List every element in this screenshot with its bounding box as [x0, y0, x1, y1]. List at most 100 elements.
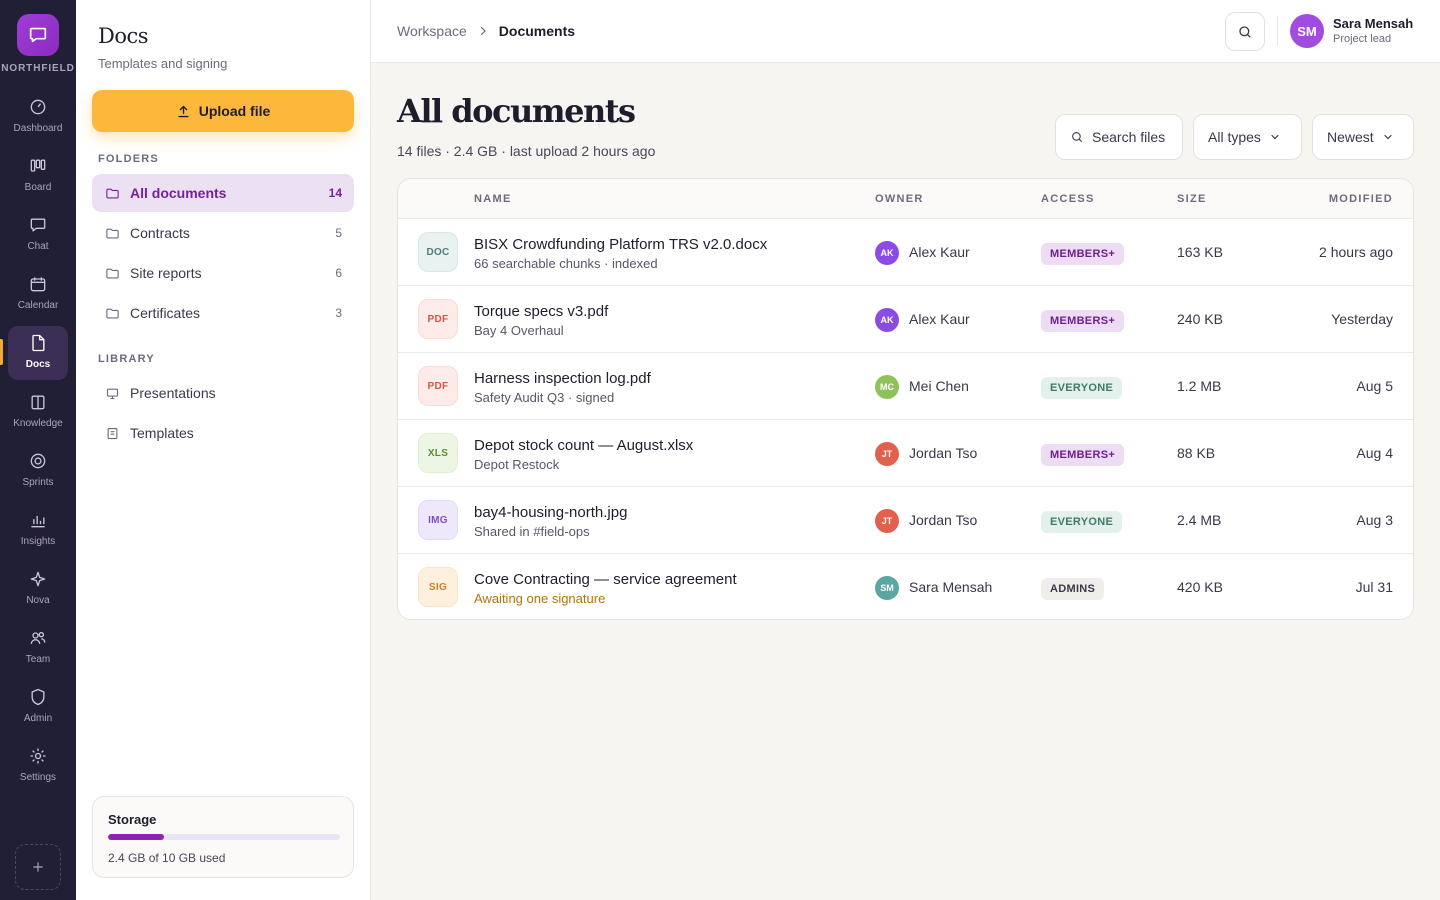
folder-name: All documents [130, 185, 227, 201]
gear-icon [30, 748, 46, 764]
shield-icon [31, 688, 45, 706]
page-title: All documents [397, 92, 636, 130]
folder-contracts[interactable]: Contracts 5 [92, 214, 354, 252]
folders-section-label: FOLDERS [98, 153, 159, 165]
owner-name: Alex Kaur [909, 311, 970, 327]
folder-icon [106, 188, 119, 198]
breadcrumb-workspace[interactable]: Workspace [397, 23, 467, 39]
presentation-icon [106, 388, 119, 399]
rail-item-calendar[interactable]: Calendar [8, 267, 68, 321]
table-row[interactable]: PDF Torque specs v3.pdf Bay 4 Overhaul A… [398, 286, 1413, 353]
folder-icon [106, 228, 119, 238]
user-avatar[interactable]: SM [1290, 14, 1324, 48]
file-size: 240 KB [1177, 311, 1223, 327]
user-role: Project lead [1333, 33, 1392, 45]
table-row[interactable]: XLS Depot stock count — August.xlsx Depo… [398, 420, 1413, 487]
search-icon [1239, 25, 1251, 38]
file-name[interactable]: BISX Crowdfunding Platform TRS v2.0.docx [474, 236, 767, 253]
library-templates[interactable]: Templates [92, 414, 354, 452]
rail-label: Chat [27, 241, 49, 252]
folder-count: 3 [335, 306, 342, 320]
modified-date: 2 hours ago [1319, 244, 1393, 260]
rail-active-marker [0, 339, 3, 365]
rail-item-settings[interactable]: Settings [8, 739, 68, 793]
folder-site-reports[interactable]: Site reports 6 [92, 254, 354, 292]
access-badge: MEMBERS+ [1041, 444, 1125, 466]
rail-item-board[interactable]: Board [8, 149, 68, 203]
rail-item-insights[interactable]: Insights [8, 503, 68, 557]
chevron-right-icon [480, 26, 486, 36]
folder-count: 14 [328, 186, 342, 200]
folder-all-documents[interactable]: All documents 14 [92, 174, 354, 212]
book-icon [31, 395, 45, 410]
column-owner[interactable]: OWNER [875, 193, 924, 205]
file-type-badge: SIG [418, 567, 458, 607]
file-subtitle-warning: Awaiting one signature [474, 591, 606, 606]
rail-label: Team [25, 654, 51, 665]
chat-bubble-icon [29, 27, 47, 43]
file-size: 1.2 MB [1177, 378, 1222, 394]
rail-item-nova[interactable]: Nova [8, 562, 68, 616]
table-row[interactable]: PDF Harness inspection log.pdf Safety Au… [398, 353, 1413, 420]
team-icon [30, 631, 46, 644]
folder-icon [106, 268, 119, 278]
folder-certificates[interactable]: Certificates 3 [92, 294, 354, 332]
rail-item-chat[interactable]: Chat [8, 208, 68, 262]
calendar-icon [30, 277, 46, 292]
rail-item-docs[interactable]: Docs [8, 326, 68, 380]
access-badge: ADMINS [1041, 578, 1105, 600]
docs-side-panel: Docs Templates and signing Upload file F… [76, 0, 371, 900]
rail-label: Insights [20, 536, 56, 547]
rail-label: Docs [25, 359, 51, 370]
file-name[interactable]: Torque specs v3.pdf [474, 303, 608, 320]
bar-chart-icon [31, 515, 45, 528]
sort-dropdown[interactable]: Newest [1312, 114, 1414, 160]
file-type-badge: XLS [418, 433, 458, 473]
file-type-badge: PDF [418, 299, 458, 339]
rail-item-dashboard[interactable]: Dashboard [8, 90, 68, 144]
file-type-badge: IMG [418, 500, 458, 540]
table-row[interactable]: DOC BISX Crowdfunding Platform TRS v2.0.… [398, 219, 1413, 286]
owner-avatar: SM [875, 576, 899, 600]
upload-icon [178, 105, 189, 117]
file-subtitle: Safety Audit Q3 · signed [474, 390, 615, 405]
rail-label: Sprints [22, 477, 54, 488]
template-icon [107, 427, 118, 439]
file-subtitle: 66 searchable chunks · indexed [474, 256, 658, 271]
file-name[interactable]: Harness inspection log.pdf [474, 370, 651, 387]
column-access[interactable]: ACCESS [1041, 193, 1095, 205]
file-type-badge: PDF [418, 366, 458, 406]
rail-item-sprints[interactable]: Sprints [8, 444, 68, 498]
column-name[interactable]: NAME [474, 193, 512, 205]
type-filter-dropdown[interactable]: All types [1193, 114, 1302, 160]
column-modified[interactable]: MODIFIED [1329, 193, 1393, 205]
file-size: 420 KB [1177, 579, 1223, 595]
storage-bar [108, 834, 340, 840]
rail-item-admin[interactable]: Admin [8, 680, 68, 734]
table-row[interactable]: SIG Cove Contracting — service agreement… [398, 554, 1413, 619]
folder-name: Site reports [130, 265, 202, 281]
file-size: 88 KB [1177, 445, 1216, 461]
modified-date: Aug 3 [1356, 512, 1393, 528]
rail-label: Nova [26, 595, 50, 606]
owner-avatar: MC [875, 375, 899, 399]
file-name[interactable]: Depot stock count — August.xlsx [474, 437, 693, 454]
search-files-input[interactable]: Search files [1055, 114, 1183, 160]
upload-file-button[interactable]: Upload file [92, 90, 354, 132]
access-badge: MEMBERS+ [1041, 310, 1125, 332]
file-name[interactable]: Cove Contracting — service agreement [474, 571, 737, 588]
owner-name: Sara Mensah [909, 579, 993, 595]
global-search-button[interactable] [1225, 12, 1265, 51]
library-presentations[interactable]: Presentations [92, 374, 354, 412]
storage-text: 2.4 GB of 10 GB used [108, 851, 226, 865]
brand-logo[interactable] [17, 14, 59, 56]
add-workspace-button[interactable] [15, 844, 61, 890]
rail-item-team[interactable]: Team [8, 621, 68, 675]
file-name[interactable]: bay4-housing-north.jpg [474, 504, 627, 521]
type-filter-value: All types [1208, 129, 1261, 145]
table-row[interactable]: IMG bay4-housing-north.jpg Shared in #fi… [398, 487, 1413, 554]
rail-item-knowledge[interactable]: Knowledge [8, 385, 68, 439]
table-header: NAME OWNER ACCESS SIZE MODIFIED [398, 179, 1413, 219]
column-size[interactable]: SIZE [1177, 193, 1207, 205]
storage-card: Storage 2.4 GB of 10 GB used [92, 796, 354, 878]
